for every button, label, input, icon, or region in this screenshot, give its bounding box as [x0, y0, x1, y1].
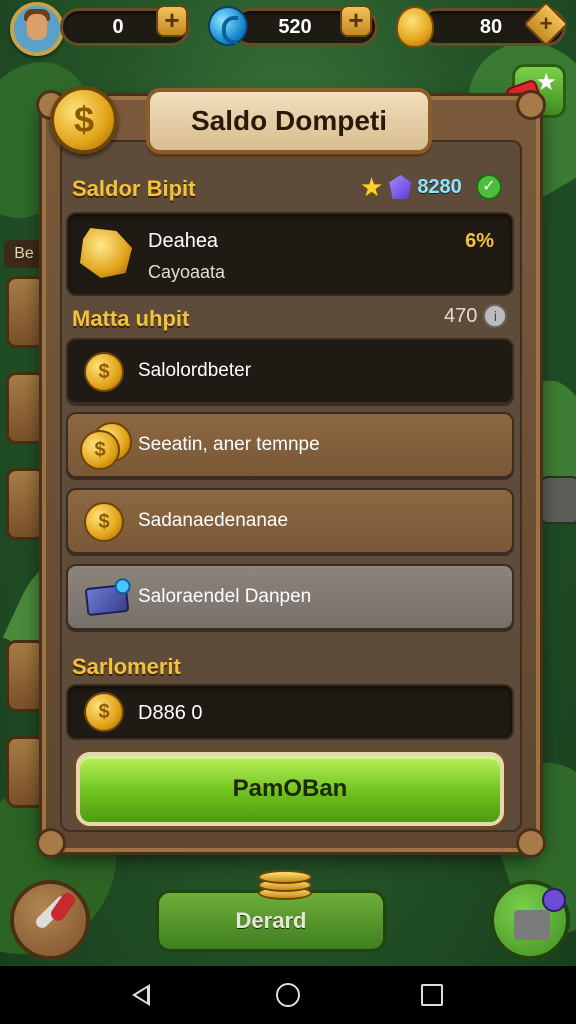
side-tab-3[interactable] [6, 468, 46, 540]
options-count-value: 470 [444, 304, 478, 327]
coin-stack-icon [258, 868, 312, 900]
gold-nugget-icon [80, 228, 132, 278]
option-label: Sadanaedenanae [138, 510, 289, 531]
section-title-options: Matta uhpit [72, 306, 190, 331]
side-tab-right[interactable] [540, 476, 576, 524]
anvil-icon [514, 910, 550, 940]
player-avatar[interactable] [10, 2, 64, 56]
back-icon[interactable] [132, 984, 150, 1006]
option-item-2[interactable]: $ Seeatin, aner temnpe [66, 412, 514, 478]
gold-bag-icon [396, 6, 434, 48]
panel-title: Saldo Dompeti [146, 88, 432, 154]
add-resource-1-button[interactable]: + [156, 5, 188, 37]
tools-button[interactable] [10, 880, 90, 960]
gem-count: 8280 [417, 175, 462, 198]
amount-value: D886 0 [138, 702, 203, 724]
coin-icon: $ [84, 502, 124, 542]
resource-3-value: 80 [479, 16, 503, 38]
side-tab-2[interactable] [6, 372, 46, 444]
option-label: Seeatin, aner temnpe [138, 434, 320, 455]
section-title-amount: Sarlomerit [72, 654, 181, 679]
featured-percent: 6% [465, 230, 494, 252]
info-icon[interactable]: i [483, 304, 508, 328]
featured-title: Deahea [148, 230, 219, 252]
blue-gem-icon [208, 6, 248, 46]
option-label: Saloraendel Danpen [138, 586, 312, 607]
coin-icon: $ [50, 86, 118, 154]
resource-2-value: 520 [278, 16, 312, 38]
side-tab-4[interactable] [6, 640, 46, 712]
home-icon[interactable] [276, 983, 300, 1007]
recent-apps-icon[interactable] [421, 984, 443, 1006]
option-item-4[interactable]: Saloraendel Danpen [66, 564, 514, 630]
primary-action-button[interactable]: PamOBan [76, 752, 504, 826]
side-label: Be [4, 240, 44, 268]
cash-icon [84, 583, 130, 617]
coin-stack-icon: $ [80, 430, 120, 470]
resource-1-value: 0 [112, 16, 124, 38]
coin-icon: $ [84, 352, 124, 392]
forge-button[interactable] [490, 880, 570, 960]
amount-display: $ D886 0 [66, 684, 514, 740]
options-count: 470 i [444, 304, 508, 328]
balance-stats: ★ 8280 ✓ [360, 172, 502, 202]
section-title-balance: Saldor Bipit [72, 176, 196, 201]
resource-bar: 0 + 520 + 80 + [0, 0, 576, 56]
add-resource-2-button[interactable]: + [340, 5, 372, 37]
check-icon: ✓ [475, 174, 502, 200]
coin-icon: $ [84, 692, 124, 732]
star-icon: ★ [360, 171, 384, 202]
purple-gem-icon [389, 175, 412, 199]
option-label: Salolordbeter [138, 360, 252, 381]
bottom-action-button[interactable]: Derard [156, 890, 386, 952]
option-item-1[interactable]: $ Salolordbeter [66, 338, 514, 404]
featured-item[interactable]: Deahea Cayoaata 6% [66, 212, 514, 296]
side-tab-5[interactable] [6, 736, 46, 808]
system-nav-bar [0, 966, 576, 1024]
featured-subtitle: Cayoaata [148, 262, 226, 282]
side-tab-1[interactable] [6, 276, 46, 348]
option-item-3[interactable]: $ Sadanaedenanae [66, 488, 514, 554]
orb-icon [542, 888, 566, 912]
